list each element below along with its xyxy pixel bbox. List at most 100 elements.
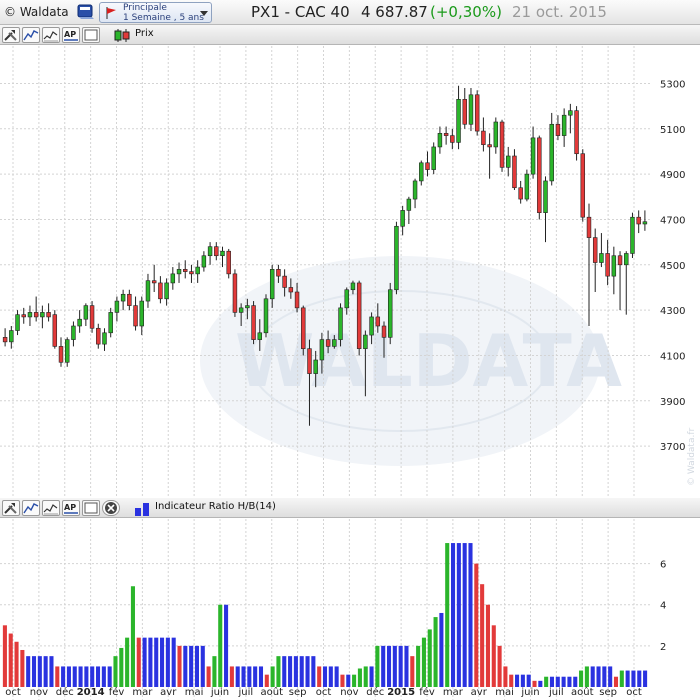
candle xyxy=(530,126,536,179)
candle xyxy=(474,90,480,136)
indicator-toolbar: AP Indicateur Ratio H/B(14) xyxy=(0,498,700,518)
ratio-bar xyxy=(404,645,409,687)
last-price: 4 687.87 xyxy=(361,3,428,21)
ratio-bar xyxy=(602,666,607,687)
candle-body xyxy=(251,305,256,340)
candle-body xyxy=(443,133,449,136)
candle xyxy=(450,128,455,150)
book-icon[interactable] xyxy=(76,3,96,21)
candle xyxy=(549,112,554,186)
price-y-tick-label: 4300 xyxy=(660,306,685,317)
ratio-bar xyxy=(363,666,368,687)
candle-body xyxy=(2,337,8,343)
ratio-bar xyxy=(427,629,432,687)
candle-body xyxy=(319,339,325,361)
price-y-tick-label: 4900 xyxy=(660,170,685,181)
candle xyxy=(419,160,424,186)
candle-body xyxy=(400,210,405,227)
time-axis-label: déc xyxy=(366,686,384,698)
candle xyxy=(40,305,45,329)
line-chart-icon xyxy=(23,30,39,41)
candle xyxy=(64,337,70,367)
svg-text:AP: AP xyxy=(64,503,76,512)
tools-button[interactable] xyxy=(2,27,20,43)
indicator-chart-panel[interactable]: 246 oct nov déc 2014 fév mar avr mai juin juil aoû… xyxy=(0,519,700,700)
time-axis: oct nov déc 2014 fév mar avr mai juin juil août sep… xyxy=(5,686,642,698)
candle-body xyxy=(52,314,58,347)
ratio-bar xyxy=(317,666,322,687)
price-chart-panel[interactable]: WALDATA 3700 3900 4100 4300 4500 4700 4900 5100… xyxy=(0,46,700,498)
candle-body xyxy=(605,253,610,277)
candle-body xyxy=(170,273,176,284)
ratio-bar xyxy=(113,656,118,687)
candle-body xyxy=(381,325,387,338)
blank-box-icon xyxy=(84,29,98,41)
candle-body xyxy=(537,137,542,213)
ratio-bar xyxy=(462,543,467,687)
candle xyxy=(412,178,418,209)
candle xyxy=(220,246,225,268)
ratio-bar-series xyxy=(2,543,648,687)
candle-body xyxy=(543,180,548,213)
ratio-bar xyxy=(90,666,95,687)
candle-body xyxy=(387,289,393,338)
ratio-bar xyxy=(72,666,77,687)
candle xyxy=(108,307,113,338)
candle xyxy=(214,242,219,261)
candle xyxy=(456,85,461,150)
ratio-bar xyxy=(20,649,25,687)
ratio-bar xyxy=(579,670,584,687)
price-y-tick-label: 4500 xyxy=(660,261,685,272)
ratio-bar xyxy=(95,666,101,687)
indicator-blank-button[interactable] xyxy=(82,500,100,516)
ratio-bar xyxy=(264,674,269,687)
candle xyxy=(195,260,200,283)
ratio-bar xyxy=(567,676,572,687)
ratio-bar xyxy=(55,666,60,687)
indicator-draw-button[interactable] xyxy=(22,500,40,516)
candle-body xyxy=(33,312,39,318)
time-axis-label: 2015 xyxy=(387,687,415,698)
ratio-bar xyxy=(450,543,456,687)
ratio-bar xyxy=(334,666,339,687)
candle-body xyxy=(568,110,573,116)
watermark-logo: WALDATA xyxy=(200,256,622,466)
candle xyxy=(9,326,14,349)
ratio-bar xyxy=(375,645,380,687)
time-axis-label: juil xyxy=(548,687,564,698)
candle xyxy=(493,117,499,154)
ratio-bar xyxy=(66,666,71,687)
candle-body xyxy=(549,123,554,182)
candle-body xyxy=(189,271,194,275)
price-y-tick-label: 3900 xyxy=(660,397,685,408)
candle-body xyxy=(71,325,76,340)
ratio-bar xyxy=(398,645,403,687)
blank-box-button[interactable] xyxy=(82,27,100,43)
candle xyxy=(207,242,213,265)
ratio-bar xyxy=(637,670,642,687)
candle-body xyxy=(630,216,635,254)
hammer-wrench-icon xyxy=(4,30,17,41)
draw-line-button[interactable] xyxy=(22,27,40,43)
ratio-bar xyxy=(235,666,240,687)
indicator-settings-button[interactable] xyxy=(42,500,60,516)
candle xyxy=(580,149,586,222)
ratio-bar xyxy=(468,543,473,687)
indicator-tools-button[interactable] xyxy=(2,500,20,516)
candle-body xyxy=(257,332,263,340)
price-y-tick-label: 3700 xyxy=(660,442,685,453)
text-annotation-button[interactable]: AP xyxy=(62,27,80,43)
indicator-button[interactable] xyxy=(42,27,60,43)
close-circle-icon xyxy=(105,502,117,514)
time-axis-label: mai xyxy=(495,687,514,698)
hammer-wrench-icon xyxy=(4,503,17,514)
candle xyxy=(642,210,648,231)
ratio-bar xyxy=(241,666,246,687)
time-axis-label: avr xyxy=(160,687,177,698)
close-indicator-button[interactable] xyxy=(102,500,120,516)
scope-selector[interactable]: Principale 1 Semaine , 5 ans xyxy=(99,2,212,23)
candle-body xyxy=(530,137,536,175)
brand-label: © Waldata xyxy=(4,5,69,19)
ratio-bar xyxy=(171,637,176,687)
indicator-text-button[interactable]: AP xyxy=(62,500,80,516)
